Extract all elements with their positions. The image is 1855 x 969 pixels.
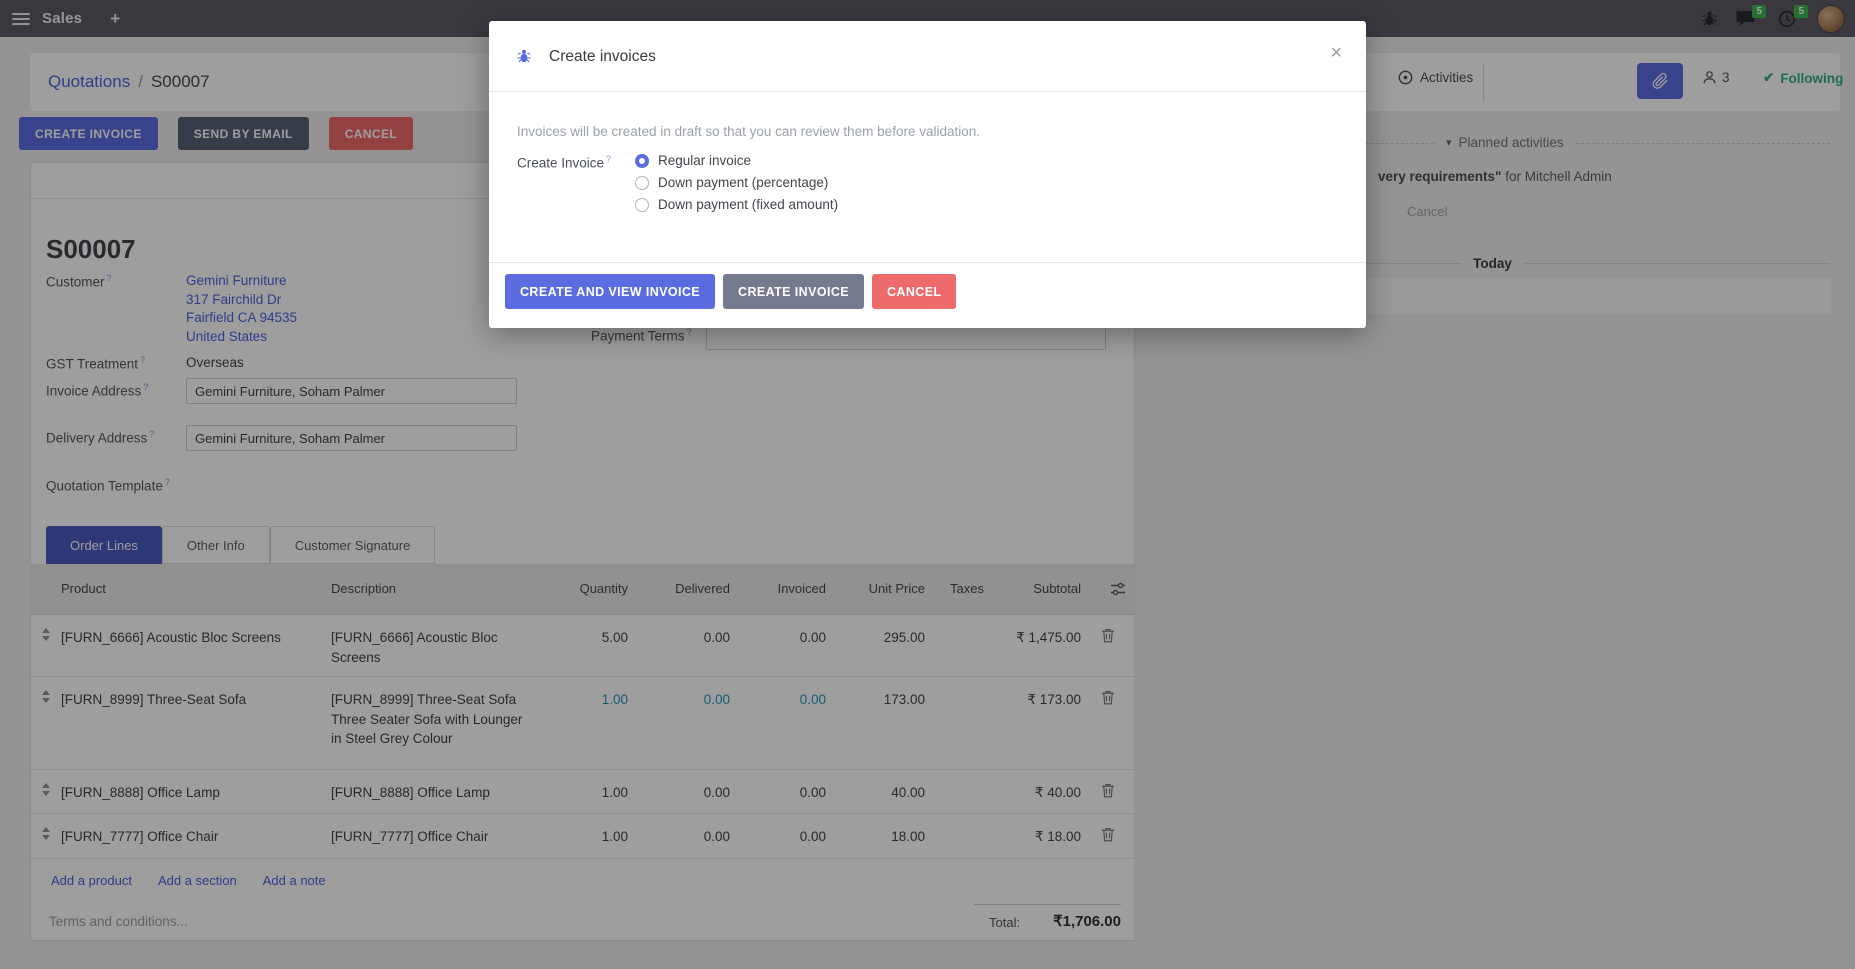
dialog-title: Create invoices bbox=[549, 48, 656, 66]
option-label: Down payment (percentage) bbox=[658, 175, 828, 190]
option-label: Down payment (fixed amount) bbox=[658, 197, 838, 212]
create-invoice-field-label: Create Invoice? bbox=[517, 154, 611, 171]
create-invoice-modal-button[interactable]: CREATE INVOICE bbox=[723, 274, 864, 309]
radio-icon[interactable] bbox=[635, 176, 649, 190]
create-and-view-invoice-button[interactable]: CREATE AND VIEW INVOICE bbox=[505, 274, 715, 309]
cancel-modal-button[interactable]: CANCEL bbox=[872, 274, 956, 309]
option-down-payment-percentage[interactable]: Down payment (percentage) bbox=[635, 175, 828, 190]
radio-icon[interactable] bbox=[635, 198, 649, 212]
dialog-info-text: Invoices will be created in draft so tha… bbox=[517, 124, 980, 139]
option-down-payment-fixed[interactable]: Down payment (fixed amount) bbox=[635, 197, 838, 212]
help-icon: ? bbox=[606, 154, 611, 164]
option-label: Regular invoice bbox=[658, 153, 751, 168]
radio-selected-icon[interactable] bbox=[635, 154, 649, 168]
close-icon[interactable]: × bbox=[1330, 43, 1342, 63]
option-regular-invoice[interactable]: Regular invoice bbox=[635, 153, 751, 168]
dialog-header: Create invoices × bbox=[489, 21, 1366, 92]
dialog-footer: CREATE AND VIEW INVOICE CREATE INVOICE C… bbox=[489, 262, 1366, 329]
create-invoices-dialog: Create invoices × Invoices will be creat… bbox=[489, 21, 1366, 328]
bug-icon bbox=[516, 48, 532, 64]
